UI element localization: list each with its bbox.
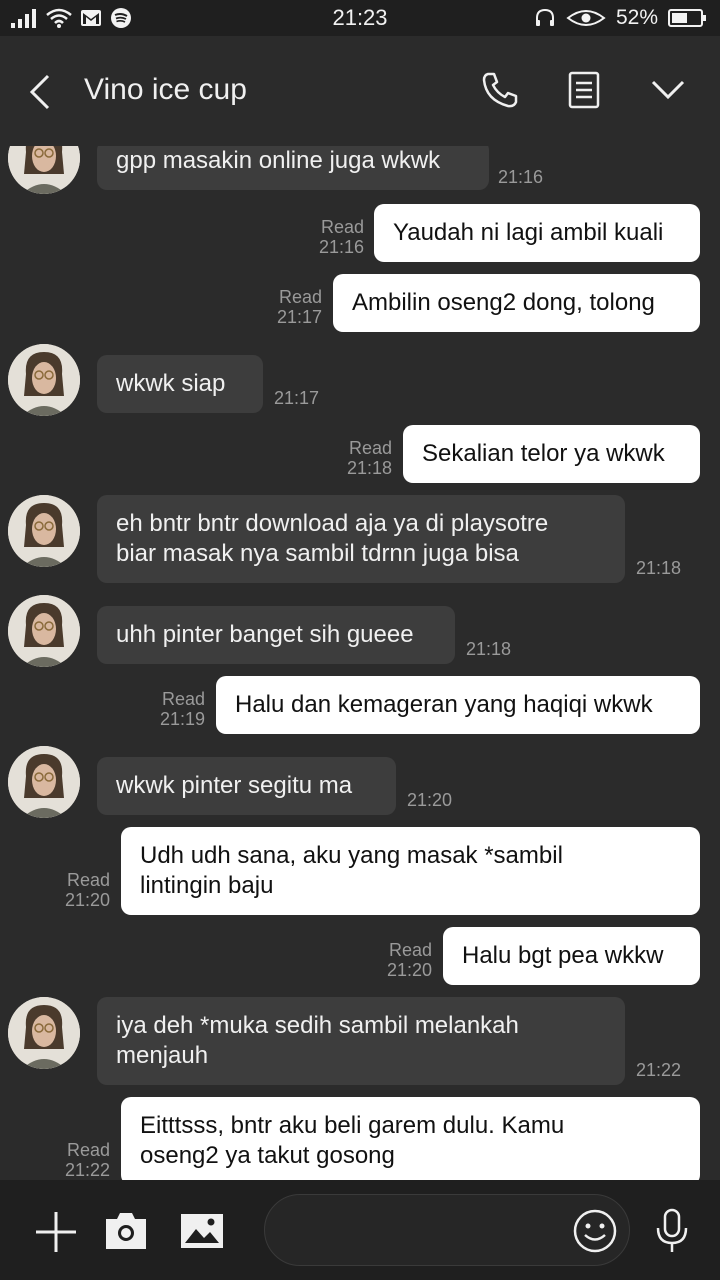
message-text: Halu dan kemageran yang haqiqi wkwk xyxy=(235,691,653,718)
read-receipt: Read 21:16 xyxy=(306,217,364,257)
avatar[interactable] xyxy=(8,997,80,1069)
camera-icon[interactable] xyxy=(104,1211,148,1251)
avatar[interactable] xyxy=(8,495,80,567)
message-bubble-outgoing[interactable]: Yaudah ni lagi ambil kuali xyxy=(374,204,700,262)
message-bubble-incoming[interactable]: iya deh *muka sedih sambil melankah menj… xyxy=(97,997,625,1085)
chat-header: Vino ice cup xyxy=(0,36,720,146)
message-time: 21:19 xyxy=(159,709,205,729)
contact-avatar-image xyxy=(8,344,80,416)
contact-avatar-image xyxy=(8,495,80,567)
read-label: Read xyxy=(278,287,322,307)
chevron-down-icon[interactable] xyxy=(650,76,686,104)
message-bubble-outgoing[interactable]: Sekalian telor ya wkwk xyxy=(403,425,700,483)
battery-percent: 52% xyxy=(615,6,658,29)
message-bubble-incoming[interactable]: gpp masakin online juga wkwk xyxy=(97,146,489,190)
back-arrow-icon[interactable] xyxy=(26,74,54,110)
read-label: Read xyxy=(388,940,432,960)
message-bubble-incoming[interactable]: uhh pinter banget sih gueee xyxy=(97,606,455,664)
message-time: 21:20 xyxy=(386,960,432,980)
message-bubble-outgoing[interactable]: Eitttsss, bntr aku beli garem dulu. Kamu… xyxy=(121,1097,700,1180)
contact-name: Vino ice cup xyxy=(84,73,247,106)
message-time: 21:17 xyxy=(276,307,322,327)
emoji-icon[interactable] xyxy=(572,1208,618,1254)
message-time: 21:22 xyxy=(636,1060,682,1080)
phone-icon[interactable] xyxy=(480,70,520,110)
avatar[interactable] xyxy=(8,344,80,416)
plus-icon[interactable] xyxy=(34,1210,78,1254)
message-text: menjauh xyxy=(116,1042,209,1069)
image-icon[interactable] xyxy=(180,1213,224,1249)
read-label: Read xyxy=(66,1140,110,1160)
composer-bar xyxy=(0,1180,720,1280)
message-text: Eitttsss, bntr aku beli garem dulu. Kamu xyxy=(140,1112,565,1139)
message-bubble-outgoing[interactable]: Halu bgt pea wkkw xyxy=(443,927,700,985)
message-text: Ambilin oseng2 dong, tolong xyxy=(352,289,655,316)
contact-avatar-image xyxy=(8,997,80,1069)
message-text: iya deh *muka sedih sambil melankah xyxy=(116,1012,519,1039)
avatar[interactable] xyxy=(8,146,80,194)
message-bubble-incoming[interactable]: wkwk pinter segitu ma xyxy=(97,757,396,815)
message-bubble-outgoing[interactable]: Halu dan kemageran yang haqiqi wkwk xyxy=(216,676,700,734)
contact-avatar-image xyxy=(8,746,80,818)
microphone-icon[interactable] xyxy=(654,1208,690,1254)
message-time: 21:17 xyxy=(274,388,320,408)
message-text: Yaudah ni lagi ambil kuali xyxy=(393,219,664,246)
message-text: Halu bgt pea wkkw xyxy=(462,942,664,969)
status-right: 52% xyxy=(534,6,708,30)
message-text: biar masak nya sambil tdrnn juga bisa xyxy=(116,540,519,567)
contact-avatar-image xyxy=(8,595,80,667)
headset-icon xyxy=(535,8,554,26)
message-text: eh bntr bntr download aja ya di playsotr… xyxy=(116,510,549,537)
message-text: gpp masakin online juga wkwk xyxy=(116,147,441,174)
message-time: 21:18 xyxy=(636,558,682,578)
message-bubble-incoming[interactable]: wkwk siap xyxy=(97,355,263,413)
message-text: Udh udh sana, aku yang masak *sambil xyxy=(140,842,563,869)
read-receipt: Read 21:20 xyxy=(374,940,432,980)
message-text: Sekalian telor ya wkwk xyxy=(422,440,665,467)
message-time: 21:20 xyxy=(407,790,453,810)
message-list[interactable]: gpp masakin online juga wkwk 21:16 Read … xyxy=(0,146,720,1180)
read-receipt: Read 21:18 xyxy=(334,438,392,478)
message-text: lintingin baju xyxy=(140,872,274,899)
message-text: uhh pinter banget sih gueee xyxy=(116,621,414,648)
status-bar: 21:23 52% xyxy=(0,0,720,36)
read-label: Read xyxy=(66,870,110,890)
message-text: wkwk siap xyxy=(116,370,226,397)
read-label: Read xyxy=(348,438,392,458)
message-time: 21:22 xyxy=(64,1160,110,1180)
notes-icon[interactable] xyxy=(566,70,602,110)
read-receipt: Read 21:19 xyxy=(147,689,205,729)
read-label: Read xyxy=(161,689,205,709)
eye-icon xyxy=(566,10,606,26)
read-receipt: Read 21:20 xyxy=(52,870,110,910)
read-receipt: Read 21:17 xyxy=(264,287,322,327)
message-text: wkwk pinter segitu ma xyxy=(116,772,353,799)
battery-icon xyxy=(668,9,706,27)
avatar[interactable] xyxy=(8,595,80,667)
message-time: 21:18 xyxy=(346,458,392,478)
message-bubble-outgoing[interactable]: Udh udh sana, aku yang masak *sambil lin… xyxy=(121,827,700,915)
message-time: 21:16 xyxy=(318,237,364,257)
message-bubble-outgoing[interactable]: Ambilin oseng2 dong, tolong xyxy=(333,274,700,332)
read-receipt: Read 21:22 xyxy=(52,1140,110,1180)
message-time: 21:20 xyxy=(64,890,110,910)
message-bubble-incoming[interactable]: eh bntr bntr download aja ya di playsotr… xyxy=(97,495,625,583)
message-text: oseng2 ya takut gosong xyxy=(140,1142,395,1169)
message-time: 21:16 xyxy=(498,167,544,187)
contact-avatar-image xyxy=(8,146,80,194)
read-label: Read xyxy=(320,217,364,237)
avatar[interactable] xyxy=(8,746,80,818)
message-time: 21:18 xyxy=(466,639,512,659)
